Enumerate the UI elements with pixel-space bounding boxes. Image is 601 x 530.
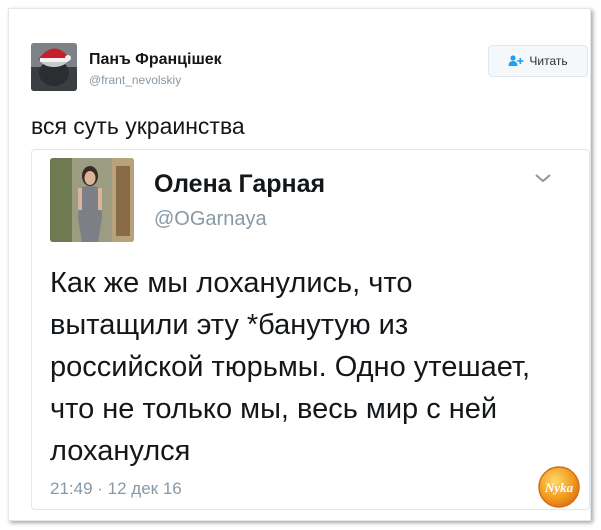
- quoted-tweet-text: Как же мы лоханулись, что вытащили эту *…: [50, 262, 580, 472]
- author-avatar[interactable]: [31, 43, 77, 91]
- follow-button[interactable]: Читать: [488, 45, 588, 77]
- quoted-text-line: лоханулся: [50, 435, 191, 467]
- quoted-text-line: что не только мы, весь мир с ней: [50, 393, 498, 425]
- tweet-timestamp[interactable]: 21:49 · 12 дек 16: [50, 479, 182, 499]
- quoted-text-line: вытащили эту *банутую из: [50, 309, 409, 341]
- quoted-author-name[interactable]: Олена Гарная: [154, 170, 325, 199]
- watermark-logo: Nyka: [537, 465, 581, 509]
- tweet-screenshot-frame: Панъ Францішек @frant_nevolskiy Читать в…: [8, 8, 591, 521]
- quoted-tweet-card[interactable]: Олена Гарная @OGarnaya Как же мы лоханул…: [31, 149, 590, 510]
- quoted-text-line: Как же мы лоханулись, что: [50, 267, 413, 299]
- quoted-author-handle[interactable]: @OGarnaya: [154, 208, 267, 231]
- quoted-text-line: российской тюрьмы. Одно утешает,: [50, 351, 531, 383]
- chevron-down-icon[interactable]: [533, 170, 553, 186]
- follow-button-label: Читать: [529, 54, 568, 68]
- svg-text:Nyka: Nyka: [544, 480, 574, 495]
- tweet-text: вся суть украинства: [31, 113, 245, 139]
- avatar-image: [31, 43, 77, 91]
- quoted-avatar-image: [50, 158, 134, 242]
- follow-person-icon: [508, 55, 524, 67]
- author-name[interactable]: Панъ Францішек: [89, 51, 222, 69]
- author-handle[interactable]: @frant_nevolskiy: [89, 73, 181, 87]
- quoted-author-avatar[interactable]: [50, 158, 134, 242]
